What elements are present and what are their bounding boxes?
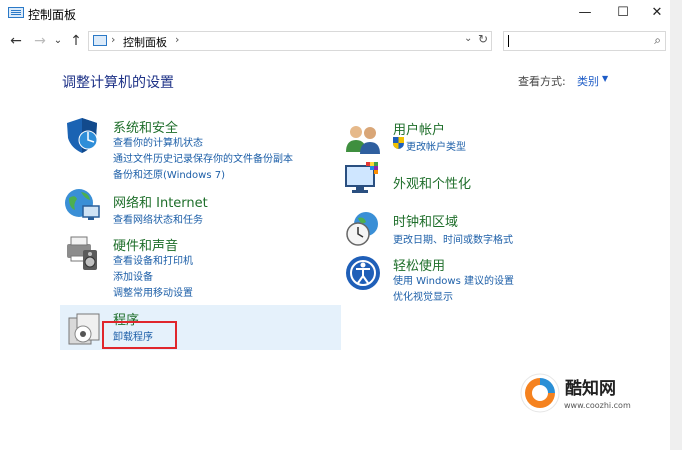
link-optimize-visual-display[interactable]: 优化视觉显示: [393, 288, 453, 303]
control-panel-window: 控制面板 — ☐ ✕ ← → ⌄ ↑ › 控制面板 › ⌄ ↻ ⌕ 调整计算机的…: [0, 0, 671, 450]
back-button[interactable]: ←: [6, 31, 26, 51]
maximize-button[interactable]: ☐: [606, 0, 640, 26]
monitor-palette-icon: [345, 162, 378, 193]
breadcrumb-separator[interactable]: ›: [175, 33, 179, 46]
network-globe-icon: [65, 189, 100, 220]
minimize-button[interactable]: —: [568, 0, 602, 26]
breadcrumb-control-panel[interactable]: 控制面板: [123, 34, 167, 50]
coozhi-logo: C: [520, 373, 560, 413]
category-network-internet-title[interactable]: 网络和 Internet: [113, 192, 208, 211]
watermark-name: 酷知网: [565, 379, 616, 399]
search-icon[interactable]: ⌕: [654, 33, 661, 48]
title-bar: 控制面板 — ☐ ✕: [0, 0, 670, 26]
control-panel-icon: [93, 35, 107, 46]
link-backup-restore[interactable]: 备份和还原(Windows 7): [113, 166, 225, 181]
category-user-accounts-title[interactable]: 用户帐户: [393, 119, 445, 138]
ease-of-access-icon: [346, 256, 380, 290]
link-devices-printers[interactable]: 查看设备和打印机: [113, 252, 193, 267]
clock-globe-icon: [346, 212, 378, 246]
view-by-label: 查看方式:: [518, 75, 566, 88]
category-clock-region-title[interactable]: 时钟和区域: [393, 211, 458, 230]
close-button[interactable]: ✕: [640, 0, 674, 26]
window-title: 控制面板: [28, 8, 77, 22]
link-windows-recommended-settings[interactable]: 使用 Windows 建议的设置: [393, 272, 514, 287]
watermark: C 酷知网 www.coozhi.com: [505, 368, 655, 418]
link-view-network-status[interactable]: 查看网络状态和任务: [113, 211, 203, 226]
link-mobility-settings[interactable]: 调整常用移动设置: [113, 284, 193, 299]
breadcrumb-separator[interactable]: ›: [111, 33, 115, 46]
chevron-down-icon[interactable]: ▼: [602, 74, 608, 83]
link-change-account-type[interactable]: 更改帐户类型: [406, 138, 466, 153]
address-bar[interactable]: › 控制面板 › ⌄ ↻: [88, 31, 492, 51]
programs-icon: [68, 313, 100, 345]
refresh-button[interactable]: ↻: [478, 32, 488, 46]
recent-locations-button[interactable]: ⌄: [52, 31, 64, 51]
uac-shield-icon: [393, 137, 404, 149]
page-title: 调整计算机的设置: [62, 75, 174, 91]
control-panel-icon: [8, 7, 24, 18]
view-by-dropdown[interactable]: 类别: [577, 73, 599, 89]
watermark-url: www.coozhi.com: [564, 401, 631, 410]
shield-icon: [67, 118, 98, 153]
address-dropdown-button[interactable]: ⌄: [464, 33, 472, 44]
printer-speaker-icon: [67, 236, 97, 270]
forward-button[interactable]: →: [30, 31, 50, 51]
category-appearance-title[interactable]: 外观和个性化: [393, 173, 471, 192]
text-caret: [508, 35, 509, 47]
link-change-date-time-format[interactable]: 更改日期、时间或数字格式: [393, 231, 513, 246]
highlight-annotation: [102, 321, 177, 349]
link-add-device[interactable]: 添加设备: [113, 268, 153, 283]
svg-text:C: C: [534, 389, 541, 400]
window-edge: [670, 0, 682, 450]
navigation-bar: ← → ⌄ ↑ › 控制面板 › ⌄ ↻ ⌕: [0, 29, 670, 53]
link-file-history-backup[interactable]: 通过文件历史记录保存你的文件备份副本: [113, 150, 293, 165]
up-button[interactable]: ↑: [66, 31, 86, 51]
search-input[interactable]: ⌕: [503, 31, 666, 51]
users-icon: [346, 126, 380, 154]
link-view-computer-status[interactable]: 查看你的计算机状态: [113, 134, 203, 149]
